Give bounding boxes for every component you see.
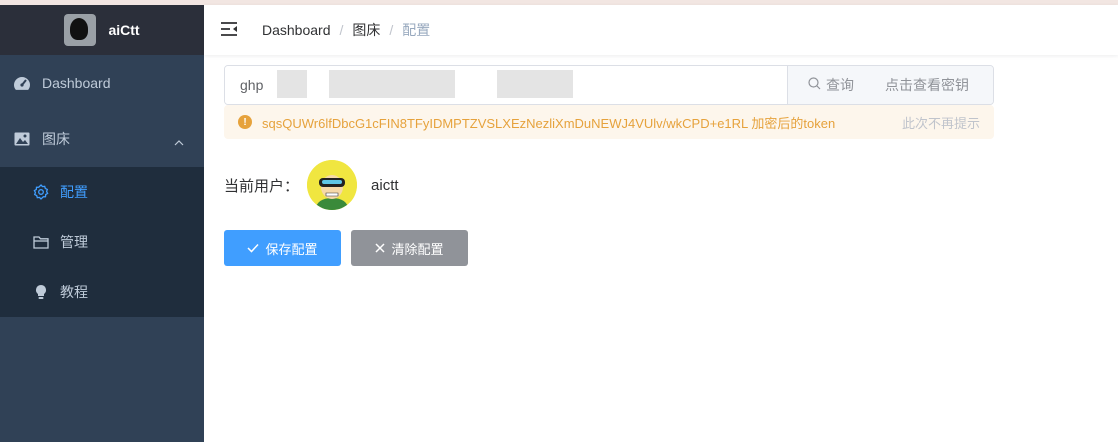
breadcrumb-item-image-bed[interactable]: 图床 — [352, 20, 380, 40]
submenu-image-bed: 配置 管理 教程 — [0, 167, 204, 317]
token-alert: ! sqsQUWr6lfDbcG1cFIN8TFyIDMPTZVSLXEzNez… — [224, 105, 994, 139]
alert-message: sqsQUWr6lfDbcG1cFIN8TFyIDMPTZVSLXEzNezli… — [262, 115, 836, 131]
save-config-label: 保存配置 — [265, 241, 318, 257]
sidebar: aiCtt Dashboard 图床 配置 管理 教程 — [0, 5, 204, 442]
main-content: 查询 点击查看密钥 ! sqsQUWr6lfDbcG1cFIN8TFyIDMPT… — [204, 55, 1118, 442]
token-field-wrapper — [225, 66, 787, 104]
clear-config-label: 清除配置 — [391, 241, 444, 257]
breadcrumb-item-config: 配置 — [402, 22, 431, 38]
folder-icon — [32, 233, 50, 251]
sidebar-item-label: 管理 — [60, 234, 88, 250]
image-icon — [12, 129, 32, 149]
sidebar-item-label: Dashboard — [42, 75, 111, 91]
gear-icon — [32, 183, 50, 201]
breadcrumb: Dashboard / 图床 / 配置 — [262, 20, 430, 40]
current-user-label: 当前用户： — [224, 177, 300, 195]
current-user-row: 当前用户： aictt — [224, 159, 399, 211]
query-button[interactable]: 查询 — [788, 75, 854, 95]
current-user-name: aictt — [371, 176, 399, 194]
app-title: aiCtt — [108, 22, 140, 38]
view-key-button[interactable]: 点击查看密钥 — [885, 75, 969, 95]
bulb-icon — [32, 283, 50, 301]
navbar: Dashboard / 图床 / 配置 — [204, 5, 1118, 55]
redaction-block — [497, 70, 573, 98]
redaction-block — [329, 70, 455, 98]
sidebar-item-label: 教程 — [60, 284, 88, 300]
menu-fold-icon — [220, 21, 238, 40]
sidebar-item-tutorial[interactable]: 教程 — [0, 267, 204, 317]
breadcrumb-item-dashboard[interactable]: Dashboard — [262, 22, 331, 38]
save-config-button[interactable]: 保存配置 — [224, 230, 341, 266]
sidebar-item-label: 图床 — [42, 131, 70, 147]
hamburger-button[interactable] — [204, 5, 254, 55]
query-button-label: 查询 — [826, 77, 854, 93]
token-input-append: 查询 点击查看密钥 — [787, 66, 993, 104]
sidebar-item-dashboard[interactable]: Dashboard — [0, 55, 204, 111]
sidebar-item-manage[interactable]: 管理 — [0, 217, 204, 267]
dashboard-icon — [12, 73, 32, 93]
close-icon — [375, 241, 386, 256]
chevron-up-icon — [174, 133, 184, 149]
sidebar-item-label: 配置 — [60, 184, 88, 200]
check-icon — [247, 241, 260, 256]
alert-dismiss-button[interactable]: 此次不再提示 — [902, 113, 980, 132]
token-input-group: 查询 点击查看密钥 — [224, 65, 994, 105]
clear-config-button[interactable]: 清除配置 — [351, 230, 468, 266]
breadcrumb-separator: / — [389, 22, 394, 38]
breadcrumb-separator: / — [339, 22, 344, 38]
sidebar-item-image-bed[interactable]: 图床 — [0, 111, 204, 167]
search-icon — [808, 77, 821, 93]
logo-bar[interactable]: aiCtt — [0, 5, 204, 55]
redaction-block — [277, 70, 307, 98]
warning-icon: ! — [238, 115, 252, 129]
sidebar-item-config[interactable]: 配置 — [0, 167, 204, 217]
logo-avatar — [64, 14, 97, 46]
avatar — [307, 160, 358, 210]
